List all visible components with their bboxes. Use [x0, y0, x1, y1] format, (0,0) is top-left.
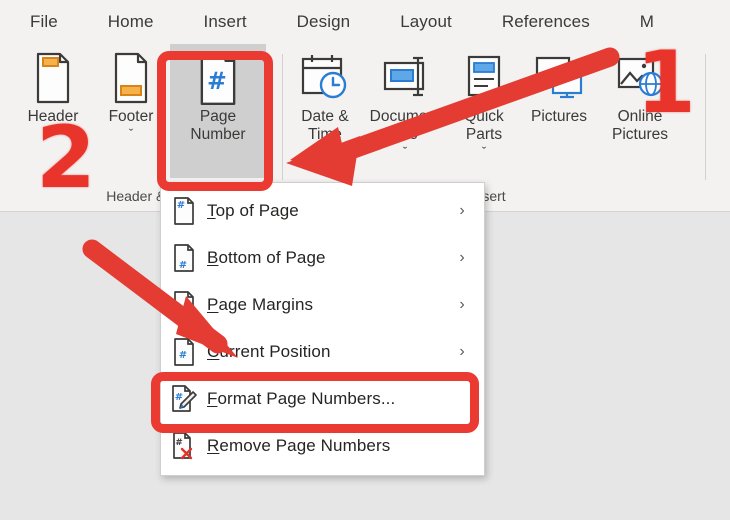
page-number-dropdown-menu: # Top of Page › # Bottom of Page › # Pag… [160, 182, 485, 476]
svg-text:#: # [177, 200, 185, 211]
ribbon-tabstrip: File Home Insert Design Layout Reference… [0, 0, 730, 44]
date-time-icon [299, 50, 351, 106]
menu-item-bottom-of-page[interactable]: # Bottom of Page › [161, 234, 484, 281]
chevron-right-icon: › [459, 201, 465, 219]
document-info-icon [377, 50, 433, 106]
ribbon-group-separator-2 [705, 54, 706, 180]
menu-item-current-position[interactable]: # Current Position › [161, 328, 484, 375]
menu-item-format-page-numbers-label: Format Page Numbers... [207, 388, 396, 408]
footer-caret-icon[interactable]: ˇ [129, 127, 133, 140]
svg-text:#: # [175, 392, 183, 403]
page-number-icon: # [195, 50, 241, 106]
page-number-top-icon: # [161, 196, 207, 225]
page-number-bottom-icon: # [161, 243, 207, 272]
svg-text:#: # [179, 260, 187, 271]
chevron-right-icon: › [459, 295, 465, 313]
page-number-button[interactable]: # Page Number ˇ [170, 44, 266, 211]
menu-item-top-of-page[interactable]: # Top of Page › [161, 187, 484, 234]
accel-char: B [207, 247, 219, 267]
pictures-button-label: Pictures [531, 108, 587, 125]
menu-item-format-page-numbers[interactable]: # Format Page Numbers... [161, 375, 484, 422]
quick-parts-button-label: Quick Parts [464, 108, 504, 143]
date-time-button-label: Date & Time [301, 108, 349, 143]
menu-item-remove-page-numbers[interactable]: # Remove Page Numbers [161, 422, 484, 469]
footer-button[interactable]: Footer ˇ [92, 44, 170, 140]
page-number-button-label: Page Number [190, 108, 246, 143]
document-info-button[interactable]: Document Info ˇ [362, 44, 448, 158]
document-info-caret-icon[interactable]: ˇ [403, 145, 407, 158]
online-pictures-icon [613, 50, 667, 106]
accel-char: C [207, 341, 220, 361]
menu-item-bottom-of-page-label: Bottom of Page [207, 247, 326, 267]
quick-parts-button[interactable]: Quick Parts ˇ [448, 44, 520, 158]
remove-page-numbers-icon: # [161, 431, 207, 460]
tab-mailings[interactable]: M [640, 12, 654, 32]
svg-text:#: # [175, 438, 183, 448]
svg-text:#: # [207, 67, 227, 95]
document-info-button-label: Document Info [369, 108, 441, 143]
accel-char: P [207, 294, 219, 314]
ribbon: File Home Insert Design Layout Reference… [0, 0, 730, 212]
menu-item-page-margins-label: Page Margins [207, 294, 314, 314]
menu-item-remove-page-numbers-label: Remove Page Numbers [207, 435, 391, 455]
svg-text:#: # [179, 350, 187, 361]
page-number-margins-icon: # [161, 290, 207, 319]
quick-parts-caret-icon[interactable]: ˇ [482, 145, 486, 158]
chevron-right-icon: › [459, 248, 465, 266]
chevron-right-icon: › [459, 342, 465, 360]
accel-char: T [207, 200, 216, 220]
accel-char: R [207, 435, 220, 455]
page-number-current-icon: # [161, 337, 207, 366]
footer-page-icon [110, 50, 152, 106]
word-window: File Home Insert Design Layout Reference… [0, 0, 730, 520]
pictures-icon [531, 50, 587, 106]
tab-insert[interactable]: Insert [204, 12, 247, 32]
header-caret-icon[interactable]: ˇ [51, 127, 55, 140]
online-pictures-button-label: Online Pictures [612, 108, 668, 143]
svg-text:#: # [173, 302, 181, 313]
tab-home[interactable]: Home [108, 12, 154, 32]
menu-item-top-of-page-label: Top of Page [207, 200, 299, 220]
online-pictures-button[interactable]: Online Pictures [598, 44, 682, 144]
accel-char: F [207, 388, 218, 408]
tab-file[interactable]: File [30, 12, 58, 32]
footer-button-label: Footer [108, 108, 154, 125]
ribbon-group-separator-1 [282, 54, 283, 180]
quick-parts-icon [460, 50, 508, 106]
header-button-label: Header [27, 108, 79, 125]
pictures-button[interactable]: Pictures [520, 44, 598, 126]
format-page-numbers-icon: # [161, 384, 207, 413]
menu-item-page-margins[interactable]: # Page Margins › [161, 281, 484, 328]
tab-layout[interactable]: Layout [400, 12, 452, 32]
header-button[interactable]: Header ˇ [14, 44, 92, 140]
tab-references[interactable]: References [502, 12, 590, 32]
date-time-button[interactable]: Date & Time [288, 44, 362, 144]
header-page-icon [32, 50, 74, 106]
menu-item-current-position-label: Current Position [207, 341, 331, 361]
tab-design[interactable]: Design [297, 12, 351, 32]
